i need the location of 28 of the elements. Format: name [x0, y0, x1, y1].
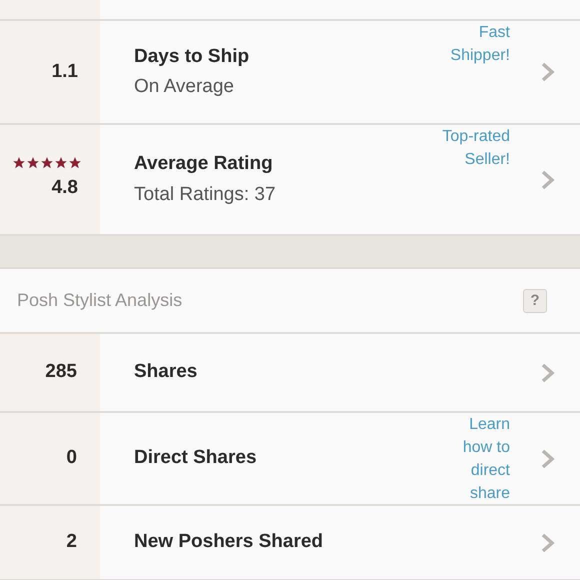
stat-title: Average Rating [134, 152, 274, 176]
stat-value: 1.1 [52, 60, 78, 84]
chevron-right-icon [540, 532, 556, 554]
stat-title: Shares [134, 360, 198, 384]
stat-subtitle: On Average [134, 75, 236, 99]
stat-value: 4.8 [52, 176, 78, 200]
chevron-right-icon [540, 168, 556, 190]
stat-value: 2 [66, 530, 77, 554]
stat-title: Direct Shares [134, 446, 257, 470]
stat-value: 0 [66, 446, 77, 470]
analysis-row[interactable]: 0 Direct Shares Learn how to direct share [0, 413, 580, 506]
analysis-row[interactable]: 2 New Poshers Shared [0, 506, 580, 580]
star-icon [12, 156, 26, 170]
star-icon [68, 156, 82, 170]
stat-subtitle: Total Ratings: 37 [134, 182, 277, 206]
stat-value: 285 [45, 360, 77, 384]
star-icon [26, 156, 40, 170]
section-title: Posh Stylist Analysis [17, 289, 182, 312]
star-icon [40, 156, 54, 170]
chevron-right-icon [540, 362, 556, 384]
stat-title: New Poshers Shared [134, 530, 324, 554]
chevron-right-icon [540, 448, 556, 470]
analysis-row[interactable]: 285 Shares [0, 334, 580, 413]
star-icon [54, 156, 68, 170]
stat-row[interactable]: 1.1 Days to Ship On Average Fast Shipper! [0, 21, 580, 125]
chevron-right-icon [540, 61, 556, 83]
stat-title: Days to Ship [134, 44, 250, 68]
stat-row[interactable]: 4.8 Average Rating Total Ratings: 37 Top-rated Seller! [0, 125, 580, 236]
